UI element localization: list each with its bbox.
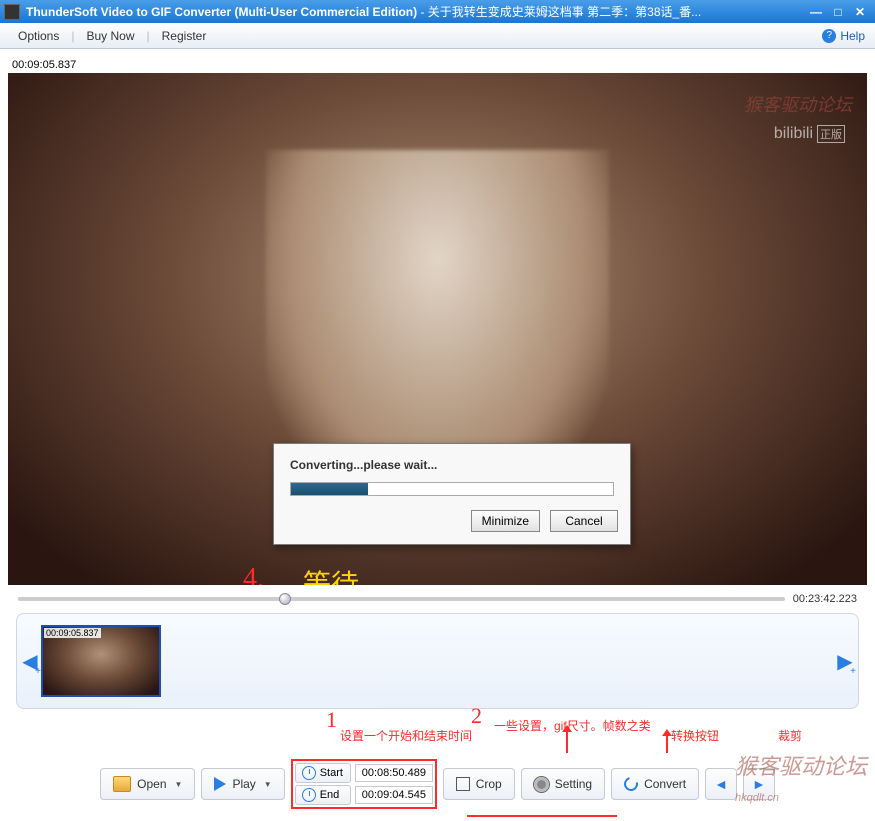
bottom-toolbar: Open ▼ Play ▼ Start 00:08:50.489 End 00 xyxy=(8,755,867,819)
annotation-convert-label: 转换按钮 xyxy=(671,727,719,744)
next-button[interactable]: ► xyxy=(743,768,775,800)
seek-track[interactable] xyxy=(18,597,785,601)
menu-options[interactable]: Options xyxy=(10,25,67,47)
thumbnail-strip: ◀+ 00:09:05.837 ▶+ xyxy=(16,613,859,709)
bilibili-watermark: bilibili 正版 xyxy=(774,125,845,143)
menu-help[interactable]: ? Help xyxy=(822,29,865,43)
current-timecode-label: 00:09:05.837 xyxy=(8,57,867,73)
annotation-step-1: 1 xyxy=(326,707,337,733)
annotation-step-1-label: 设置一个开始和结束时间 xyxy=(340,727,472,744)
time-range-group: Start 00:08:50.489 End 00:09:04.545 xyxy=(291,759,437,809)
annotation-step-2: 2 xyxy=(471,703,482,729)
overlay-watermark: 猴客驱动论坛 xyxy=(744,91,852,117)
crop-icon xyxy=(456,777,470,791)
minimize-window-button[interactable]: — xyxy=(809,5,823,19)
prev-button[interactable]: ◄ xyxy=(705,768,737,800)
maximize-window-button[interactable]: □ xyxy=(831,5,845,19)
annotation-row: 1 设置一个开始和结束时间 2 一些设置，gif尺寸。帧数之类 转换按钮 裁剪 xyxy=(8,713,867,755)
end-time-button[interactable]: End xyxy=(295,785,351,805)
chevron-left-icon: ◄ xyxy=(714,776,728,792)
chevron-right-icon: ► xyxy=(752,776,766,792)
convert-button[interactable]: Convert xyxy=(611,768,699,800)
titlebar: ThunderSoft Video to GIF Converter (Mult… xyxy=(0,0,875,23)
dialog-cancel-button[interactable]: Cancel xyxy=(550,510,618,532)
end-time-value[interactable]: 00:09:04.545 xyxy=(355,786,433,804)
menubar: Options | Buy Now | Register ? Help xyxy=(0,23,875,49)
convert-icon xyxy=(622,774,641,793)
crop-button[interactable]: Crop xyxy=(443,768,515,800)
folder-icon xyxy=(113,776,131,792)
annotation-wait-label: 等待 xyxy=(303,563,359,585)
clock-icon xyxy=(302,788,316,802)
annotation-setting-arrow xyxy=(566,731,568,753)
annotation-crop-label: 裁剪 xyxy=(778,727,802,744)
app-icon xyxy=(4,4,20,20)
play-icon xyxy=(214,777,226,791)
converting-dialog: Converting...please wait... Minimize Can… xyxy=(273,443,631,545)
annotation-convert-arrow xyxy=(666,735,668,753)
window-title: ThunderSoft Video to GIF Converter (Mult… xyxy=(26,3,809,20)
start-time-button[interactable]: Start xyxy=(295,763,351,783)
thumb-prev-button[interactable]: ◀+ xyxy=(21,647,39,675)
menu-buy-now[interactable]: Buy Now xyxy=(78,25,142,47)
open-button[interactable]: Open ▼ xyxy=(100,768,195,800)
main-panel: 00:09:05.837 猴客驱动论坛 bilibili 正版 Converti… xyxy=(0,49,875,821)
clip-thumbnail-timecode: 00:09:05.837 xyxy=(44,628,101,638)
clip-thumbnail[interactable]: 00:09:05.837 xyxy=(41,625,161,697)
seek-bar-row: 00:23:42.223 xyxy=(8,585,867,609)
dialog-message: Converting...please wait... xyxy=(290,458,614,472)
dialog-minimize-button[interactable]: Minimize xyxy=(471,510,540,532)
menu-register[interactable]: Register xyxy=(154,25,215,47)
gear-icon xyxy=(534,777,549,792)
start-time-value[interactable]: 00:08:50.489 xyxy=(355,764,433,782)
clock-icon xyxy=(302,766,316,780)
setting-button[interactable]: Setting xyxy=(521,768,605,800)
help-icon: ? xyxy=(822,29,836,43)
close-window-button[interactable]: ✕ xyxy=(853,5,867,19)
total-duration-label: 00:23:42.223 xyxy=(793,593,857,605)
annotation-step-2-label: 一些设置，gif尺寸。帧数之类 xyxy=(494,717,651,734)
seek-thumb[interactable] xyxy=(279,593,291,605)
thumb-next-button[interactable]: ▶+ xyxy=(836,647,854,675)
play-button[interactable]: Play ▼ xyxy=(201,768,284,800)
video-preview[interactable]: 猴客驱动论坛 bilibili 正版 Converting...please w… xyxy=(8,73,867,585)
progress-bar xyxy=(290,482,614,496)
